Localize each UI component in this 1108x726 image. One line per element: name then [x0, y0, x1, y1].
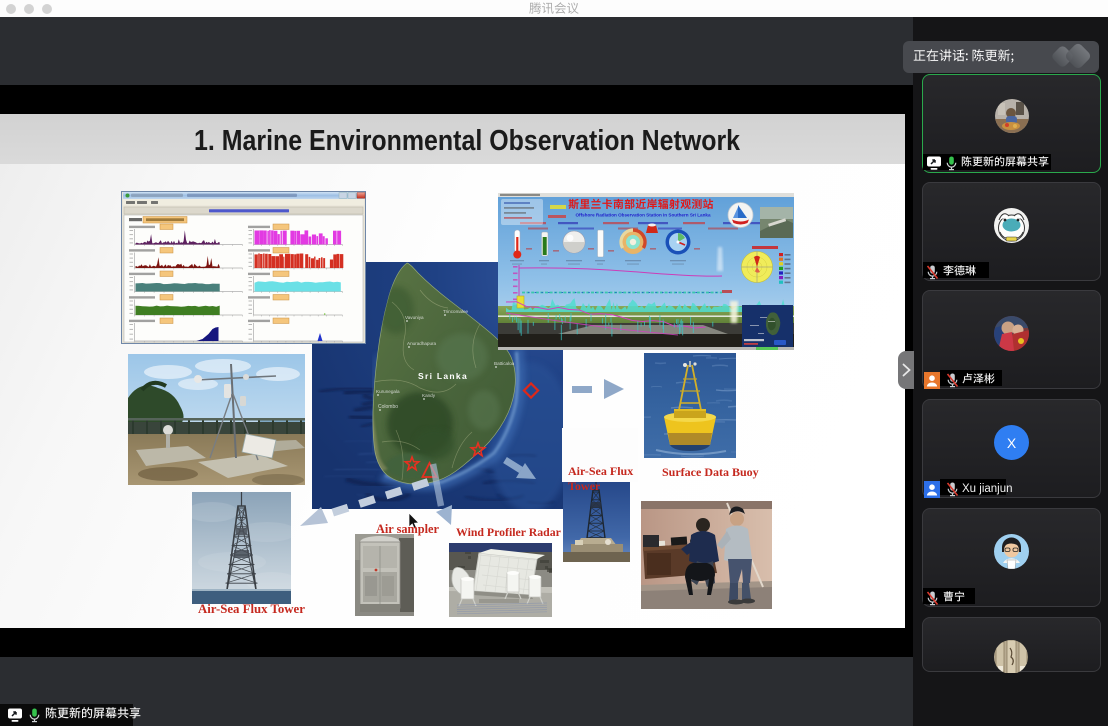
svg-text:X: X [1007, 435, 1017, 451]
svg-text:Offshore Radiation Observation: Offshore Radiation Observation Station i… [575, 213, 710, 218]
